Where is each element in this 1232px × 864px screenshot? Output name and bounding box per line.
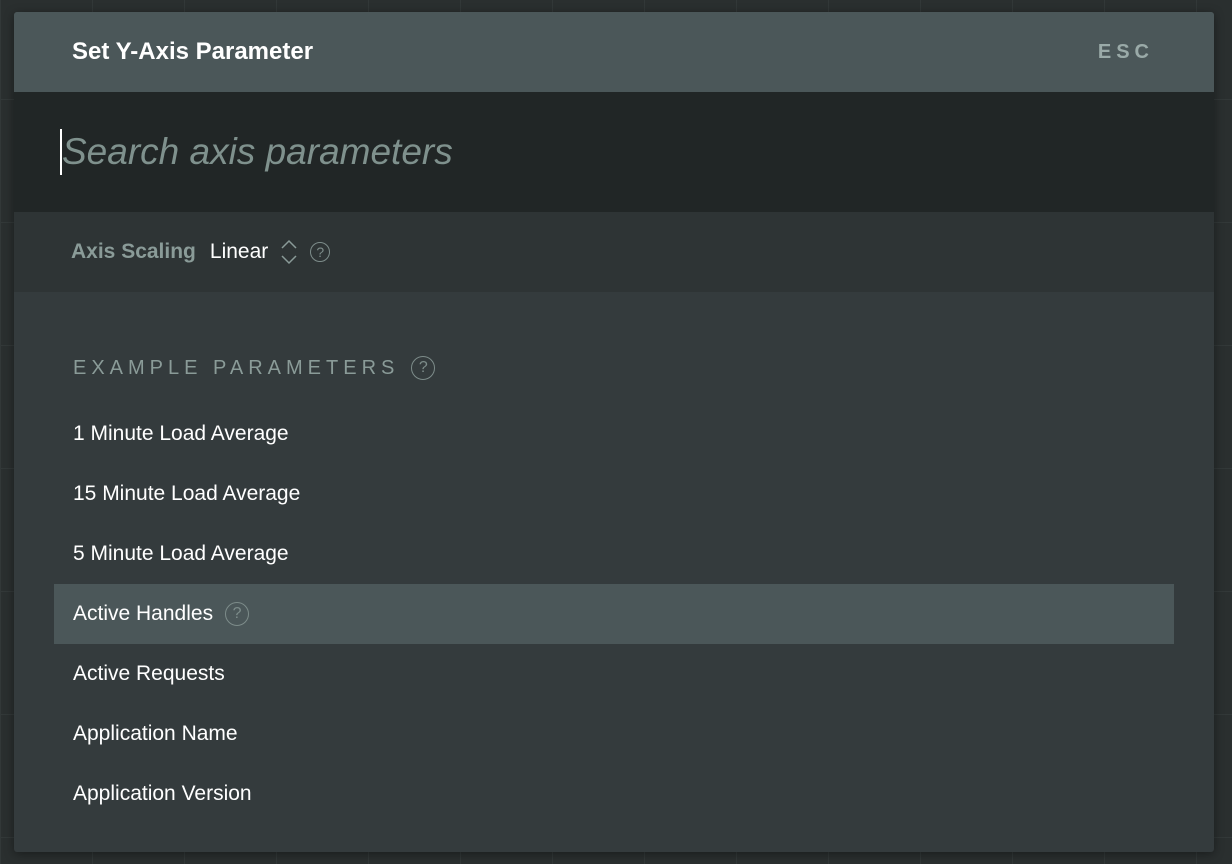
list-item-label: 1 Minute Load Average: [73, 422, 289, 445]
esc-close-button[interactable]: ESC: [1098, 41, 1154, 64]
set-y-axis-dialog: Set Y-Axis Parameter ESC Axis Scaling Li…: [14, 12, 1214, 852]
section-title: EXAMPLE PARAMETERS: [73, 356, 400, 379]
list-item-label: Active Handles: [73, 602, 214, 625]
list-item-label: 5 Minute Load Average: [73, 542, 289, 565]
axis-scaling-row: Axis Scaling Linear ?: [14, 212, 1214, 292]
list-item[interactable]: Application Version: [54, 764, 1174, 824]
list-item-label: Application Version: [73, 782, 252, 805]
question-circle-icon[interactable]: ?: [225, 602, 250, 626]
list-item[interactable]: Active Requests: [54, 644, 1174, 704]
dialog-title: Set Y-Axis Parameter: [72, 38, 314, 65]
list-item[interactable]: Application Name: [54, 704, 1174, 764]
list-item-highlighted[interactable]: Active Handles?: [54, 584, 1174, 644]
list-item[interactable]: 5 Minute Load Average: [54, 524, 1174, 584]
list-item-label: 15 Minute Load Average: [73, 482, 301, 505]
axis-scaling-select[interactable]: Linear: [210, 240, 268, 264]
list-item[interactable]: 15 Minute Load Average: [54, 464, 1174, 524]
list-item-label: Application Name: [73, 722, 238, 745]
axis-scaling-label: Axis Scaling: [71, 240, 196, 263]
search-bar: [14, 92, 1214, 212]
chevron-up-down-icon[interactable]: [280, 238, 298, 266]
question-circle-icon[interactable]: ?: [411, 356, 436, 380]
parameter-list: EXAMPLE PARAMETERS ? 1 Minute Load Avera…: [14, 292, 1214, 824]
list-item-label: Active Requests: [73, 662, 225, 685]
section-header: EXAMPLE PARAMETERS ?: [54, 356, 1174, 380]
search-input[interactable]: [62, 131, 962, 173]
question-circle-icon[interactable]: ?: [310, 242, 331, 262]
dialog-header: Set Y-Axis Parameter ESC: [14, 12, 1214, 92]
list-item[interactable]: 1 Minute Load Average: [54, 404, 1174, 464]
